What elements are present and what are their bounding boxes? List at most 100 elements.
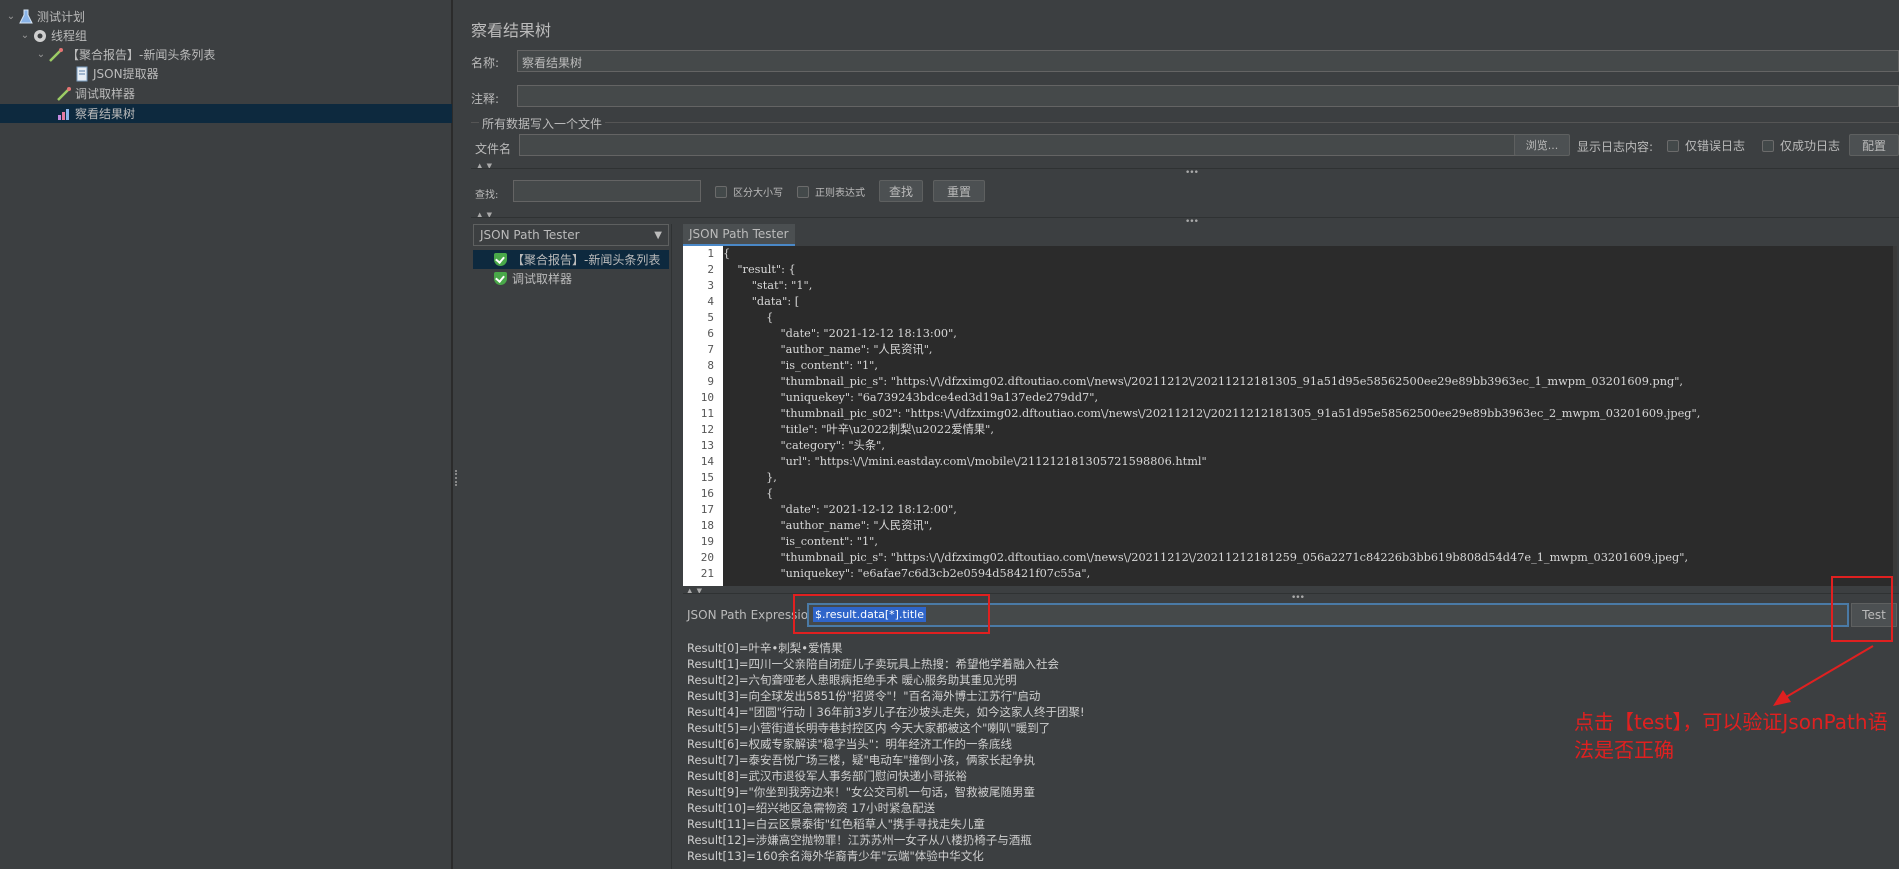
tree-item-view-results-tree[interactable]: 察看结果树 bbox=[0, 104, 452, 123]
gear-icon bbox=[32, 28, 48, 44]
main-splitter[interactable] bbox=[452, 0, 461, 869]
result-line: Result[11]=白云区景泰街"红色稻草人"携手寻找走失儿童 bbox=[687, 817, 985, 831]
json-code-area[interactable]: { "result": { "stat": "1", "data": [ { "… bbox=[723, 246, 1893, 586]
case-sensitive-checkbox[interactable]: 区分大小写 bbox=[715, 184, 783, 199]
line-number: 14 bbox=[700, 455, 714, 468]
page-title: 察看结果树 bbox=[471, 21, 552, 40]
collapse-icon[interactable]: ⌄ bbox=[34, 49, 48, 60]
code-line: "category": "头条", bbox=[723, 439, 885, 452]
checkbox-box[interactable] bbox=[1762, 139, 1774, 152]
comment-field[interactable] bbox=[517, 85, 1899, 107]
checkbox-box[interactable] bbox=[1667, 139, 1679, 152]
result-line: Result[1]=四川一父亲陪自闭症儿子卖玩具上热搜：希望他学着融入社会 bbox=[687, 657, 1059, 671]
results-splitter[interactable] bbox=[671, 224, 677, 869]
success-shield-icon bbox=[494, 272, 507, 285]
checkbox-box[interactable] bbox=[797, 185, 809, 198]
tree-item-debug-sampler[interactable]: 调试取样器 bbox=[56, 84, 135, 103]
code-line: "date": "2021-12-12 18:13:00", bbox=[723, 327, 957, 340]
sample-result-item[interactable]: 调试取样器 bbox=[473, 269, 669, 288]
code-line: "is_content": "1", bbox=[723, 359, 878, 372]
line-number: 12 bbox=[700, 423, 714, 436]
result-output: Result[0]=叶辛•刺梨•爱情果 Result[1]=四川一父亲陪自闭症儿子… bbox=[687, 640, 1387, 864]
collapse-icon[interactable]: ⌄ bbox=[18, 30, 32, 41]
chart-icon bbox=[56, 106, 72, 122]
sample-label: 调试取样器 bbox=[512, 272, 573, 286]
line-number: 15 bbox=[700, 471, 714, 484]
group-divider bbox=[471, 122, 1899, 123]
jmeter-window: ⌄ 测试计划 ⌄ 线程组 ⌄ 【聚合报告】-新闻头条列表 JSON提取器 调试取… bbox=[0, 0, 1899, 869]
line-number: 3 bbox=[707, 279, 714, 292]
file-field[interactable] bbox=[519, 134, 1525, 156]
line-number: 20 bbox=[700, 551, 714, 564]
code-line: "result": { bbox=[723, 263, 796, 276]
name-field[interactable]: 察看结果树 bbox=[517, 50, 1899, 72]
find-button[interactable]: 查找 bbox=[879, 180, 923, 202]
regex-label: 正则表达式 bbox=[815, 188, 865, 199]
search-label: 查找: bbox=[475, 190, 499, 201]
result-line: Result[13]=160余名海外华裔青少年"云端"体验中华文化 bbox=[687, 849, 984, 863]
code-line: "thumbnail_pic_s": "https:\/\/dfzximg02.… bbox=[723, 551, 1689, 564]
regex-checkbox[interactable]: 正则表达式 bbox=[797, 184, 865, 199]
line-number: 19 bbox=[700, 535, 714, 548]
line-number: 5 bbox=[707, 311, 714, 324]
line-number: 16 bbox=[700, 487, 714, 500]
document-icon bbox=[74, 66, 90, 82]
line-number: 8 bbox=[707, 359, 714, 372]
line-number: 6 bbox=[707, 327, 714, 340]
renderer-select-value: JSON Path Tester bbox=[480, 228, 580, 242]
result-line: Result[3]=向全球发出5851份"招贤令"！"百名海外博士江苏行"启动 bbox=[687, 689, 1041, 703]
result-line: Result[2]=六旬聋哑老人患眼病拒绝手术 暖心服务助其重见光明 bbox=[687, 673, 1017, 687]
splitter-2[interactable]: ••• bbox=[471, 217, 1899, 227]
highlight-box-expression bbox=[793, 594, 990, 634]
tree-item-label: 察看结果树 bbox=[75, 107, 136, 121]
line-number: 13 bbox=[700, 439, 714, 452]
success-only-checkbox[interactable]: 仅成功日志 bbox=[1762, 137, 1840, 154]
vertical-scrollbar[interactable] bbox=[1893, 246, 1897, 586]
tree-item-thread-group[interactable]: ⌄ 线程组 bbox=[18, 26, 87, 45]
checkbox-box[interactable] bbox=[715, 185, 727, 198]
code-line: { bbox=[723, 487, 774, 500]
code-line: "title": "叶辛\u2022刺梨\u2022爱情果", bbox=[723, 423, 994, 436]
search-input[interactable] bbox=[513, 180, 701, 202]
result-line: Result[5]=小营街道长明寺巷封控区内 今天大家都被这个"喇叭"暖到了 bbox=[687, 721, 1051, 735]
chevron-down-icon: ▼ bbox=[654, 230, 662, 241]
tree-item-label: 【聚合报告】-新闻头条列表 bbox=[67, 48, 216, 62]
tree-item-label: 测试计划 bbox=[37, 10, 86, 24]
result-line: Result[6]=权威专家解读"稳字当头"：明年经济工作的一条底线 bbox=[687, 737, 1013, 751]
code-line: "uniquekey": "6a739243bdce4ed3d19a137ede… bbox=[723, 391, 1099, 404]
line-number: 2 bbox=[707, 263, 714, 276]
line-number: 21 bbox=[700, 567, 714, 580]
code-line: "thumbnail_pic_s": "https:\/\/dfzximg02.… bbox=[723, 375, 1684, 388]
code-line: "stat": "1", bbox=[723, 279, 813, 292]
tree-item-json-extractor[interactable]: JSON提取器 bbox=[74, 64, 159, 83]
tree-item-label: JSON提取器 bbox=[93, 67, 159, 81]
browse-button[interactable]: 浏览... bbox=[1514, 134, 1570, 156]
errors-only-checkbox[interactable]: 仅错误日志 bbox=[1667, 137, 1745, 154]
tree-item-test-plan[interactable]: ⌄ 测试计划 bbox=[4, 7, 85, 26]
code-line: "is_content": "1", bbox=[723, 535, 878, 548]
line-number: 10 bbox=[700, 391, 714, 404]
tab-json-path-tester[interactable]: JSON Path Tester bbox=[683, 224, 795, 246]
json-response-viewer[interactable]: 1 2 3 4 5 6 7 8 9 10 11 12 13 14 15 16 17 18 19 20 21 { "res… bbox=[683, 246, 1897, 586]
result-line: Result[10]=绍兴地区急需物资 17小时紧急配送 bbox=[687, 801, 936, 815]
sample-result-item[interactable]: 【聚合报告】-新闻头条列表 bbox=[473, 250, 669, 269]
renderer-select[interactable]: JSON Path Tester ▼ bbox=[473, 224, 669, 246]
reset-button[interactable]: 重置 bbox=[933, 180, 985, 202]
code-line: "url": "https:\/\/mini.eastday.com\/mobi… bbox=[723, 455, 1207, 468]
comment-label: 注释: bbox=[471, 92, 500, 106]
splitter-1[interactable]: ••• bbox=[471, 168, 1899, 178]
log-content-label: 显示日志内容: bbox=[1577, 140, 1654, 154]
file-group-label: 所有数据写入一个文件 bbox=[479, 115, 606, 132]
code-line: "data": [ bbox=[723, 295, 800, 308]
line-number: 1 bbox=[707, 247, 714, 260]
flask-icon bbox=[18, 9, 34, 25]
line-number: 17 bbox=[700, 503, 714, 516]
tree-item-label: 调试取样器 bbox=[75, 87, 136, 101]
line-number: 7 bbox=[707, 343, 714, 356]
tree-item-aggregate-report[interactable]: ⌄ 【聚合报告】-新闻头条列表 bbox=[34, 45, 215, 64]
line-number: 4 bbox=[707, 295, 714, 308]
config-button[interactable]: 配置 bbox=[1849, 134, 1899, 156]
case-sensitive-label: 区分大小写 bbox=[733, 188, 783, 199]
collapse-icon[interactable]: ⌄ bbox=[4, 11, 18, 22]
code-line: "author_name": "人民资讯", bbox=[723, 519, 933, 532]
